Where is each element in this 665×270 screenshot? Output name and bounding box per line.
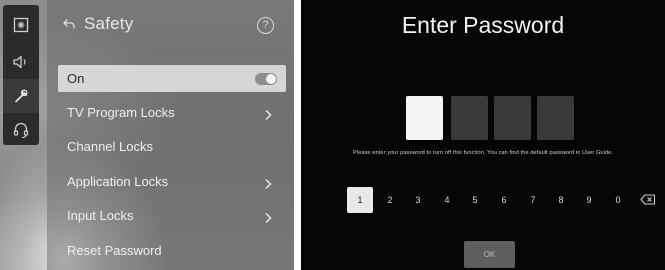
- key-9[interactable]: 9: [576, 187, 602, 213]
- menu-item-label: Input Locks: [67, 208, 134, 223]
- key-0[interactable]: 0: [605, 187, 631, 213]
- settings-category-rail: [3, 5, 39, 145]
- password-hint: Please enter your password to turn off t…: [352, 150, 614, 156]
- settings-panel: Safety ? On TV Program Locks Channel Loc…: [0, 0, 294, 270]
- menu-item-label: Channel Locks: [67, 139, 153, 154]
- chevron-right-icon: [265, 178, 272, 190]
- password-digit-box-2[interactable]: [451, 96, 488, 140]
- ok-button[interactable]: OK: [464, 241, 515, 268]
- headset-icon: [13, 122, 29, 139]
- key-5[interactable]: 5: [462, 187, 488, 213]
- rail-item-support[interactable]: [3, 113, 39, 147]
- backspace-icon[interactable]: [640, 194, 656, 205]
- key-7[interactable]: 7: [520, 187, 546, 213]
- help-icon[interactable]: ?: [257, 17, 274, 34]
- menu-item-application-locks[interactable]: Application Locks: [58, 170, 286, 196]
- key-6[interactable]: 6: [491, 187, 517, 213]
- menu-item-channel-locks[interactable]: Channel Locks: [58, 135, 286, 161]
- toggle-knob: [266, 74, 276, 84]
- key-1[interactable]: 1: [347, 187, 373, 213]
- password-digit-box-1[interactable]: [406, 96, 443, 140]
- key-2[interactable]: 2: [377, 187, 403, 213]
- key-8[interactable]: 8: [548, 187, 574, 213]
- safety-toggle-row[interactable]: On: [58, 65, 286, 92]
- menu-item-input-locks[interactable]: Input Locks: [58, 204, 286, 230]
- picture-icon: [13, 17, 29, 33]
- toggle-switch[interactable]: [255, 73, 277, 85]
- dialog-title: Enter Password: [401, 12, 565, 38]
- menu-item-reset-password[interactable]: Reset Password: [58, 239, 286, 265]
- menu-item-label: Application Locks: [67, 174, 169, 189]
- password-digit-box-4[interactable]: [537, 96, 574, 140]
- menu-item-label: TV Program Locks: [67, 105, 175, 120]
- wrench-icon: [15, 89, 28, 103]
- key-3[interactable]: 3: [405, 187, 431, 213]
- back-icon[interactable]: [62, 18, 76, 30]
- toggle-label: On: [67, 71, 85, 86]
- chevron-right-icon: [265, 212, 272, 224]
- key-4[interactable]: 4: [434, 187, 460, 213]
- number-keypad: 1 2 3 4 5 6 7 8 9 0: [301, 187, 665, 213]
- rail-item-general[interactable]: [3, 79, 39, 113]
- password-digit-box-3[interactable]: [494, 96, 531, 140]
- password-dialog: Enter Password Please enter your passwor…: [301, 0, 665, 270]
- menu-item-tv-program-locks[interactable]: TV Program Locks: [58, 101, 286, 127]
- sound-icon: [13, 55, 26, 69]
- rail-item-picture[interactable]: [3, 8, 39, 42]
- menu-item-label: Reset Password: [67, 243, 162, 258]
- rail-item-sound[interactable]: [3, 45, 39, 79]
- page-title: Safety: [84, 14, 134, 33]
- chevron-right-icon: [265, 109, 272, 121]
